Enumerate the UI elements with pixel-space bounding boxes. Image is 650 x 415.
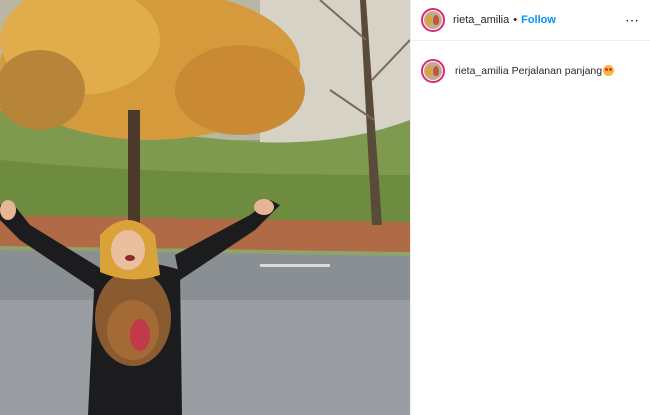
caption-avatar-image xyxy=(424,62,442,80)
caption-text: Perjalanan panjang xyxy=(511,65,603,77)
caption: rieta_amilia Perjalanan panjang xyxy=(455,65,615,77)
username-link[interactable]: rieta_amilia xyxy=(453,14,509,26)
avatar[interactable] xyxy=(421,8,445,32)
post-photo-illustration xyxy=(0,0,410,415)
separator-dot: • xyxy=(513,14,518,26)
caption-avatar[interactable] xyxy=(421,59,445,83)
caption-username-link[interactable]: rieta_amilia xyxy=(455,65,509,77)
post-sidebar: rieta_amilia • Follow ⋯ rieta_amilia Per… xyxy=(410,0,650,415)
follow-button[interactable]: Follow xyxy=(521,14,556,26)
post-header: rieta_amilia • Follow ⋯ xyxy=(411,0,650,41)
star-struck-face-icon xyxy=(603,65,615,76)
post-photo[interactable] xyxy=(0,0,410,415)
more-options-icon[interactable]: ⋯ xyxy=(625,13,640,27)
caption-row: rieta_amilia Perjalanan panjang xyxy=(411,41,650,83)
avatar-image xyxy=(424,11,442,29)
